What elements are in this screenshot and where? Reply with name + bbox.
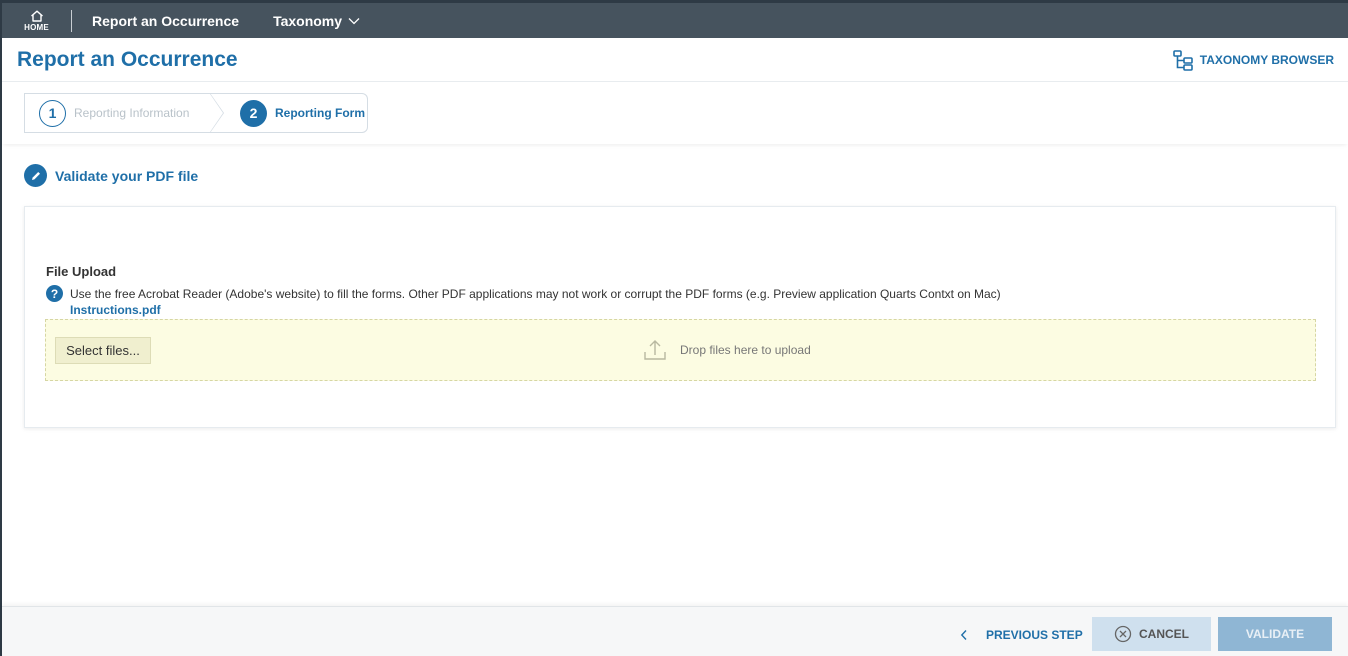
page-title: Report an Occurrence xyxy=(17,47,238,71)
validate-button[interactable]: VALIDATE xyxy=(1218,617,1332,651)
pencil-icon xyxy=(24,164,47,187)
cancel-label: CANCEL xyxy=(1139,627,1189,641)
select-files-button[interactable]: Select files... xyxy=(55,337,151,364)
top-navigation: HOME Report an Occurrence Taxonomy xyxy=(2,0,1348,38)
previous-step-label: PREVIOUS STEP xyxy=(986,628,1083,642)
step-label: Reporting Information xyxy=(74,106,190,120)
home-icon xyxy=(30,10,43,22)
validate-label: VALIDATE xyxy=(1245,627,1305,641)
instructions-link[interactable]: Instructions.pdf xyxy=(70,303,161,317)
step-label: Reporting Form xyxy=(275,106,365,120)
chevron-down-icon xyxy=(348,17,360,24)
nav-report-occurrence[interactable]: Report an Occurrence xyxy=(92,13,239,29)
upload-icon xyxy=(644,340,666,360)
chevron-left-icon xyxy=(960,630,967,640)
step-number: 2 xyxy=(240,99,267,127)
nav-report-occurrence-label: Report an Occurrence xyxy=(92,12,240,29)
taxonomy-browser-button[interactable]: TAXONOMY BROWSER xyxy=(1172,49,1334,71)
taxonomy-tree-icon xyxy=(1172,49,1193,71)
step-number: 1 xyxy=(39,99,66,127)
cancel-button[interactable]: CANCEL xyxy=(1092,617,1211,651)
footer-bar: PREVIOUS STEP CANCEL VALIDATE xyxy=(2,606,1348,656)
previous-step-button[interactable]: PREVIOUS STEP xyxy=(960,618,1083,652)
help-text: Use the free Acrobat Reader (Adobe's web… xyxy=(70,286,1001,301)
step-reporting-form[interactable]: 2 Reporting Form xyxy=(210,93,368,133)
home-label: HOME xyxy=(24,22,49,32)
nav-taxonomy-label: Taxonomy xyxy=(273,12,343,29)
stepper-band: 1 Reporting Information 2 Reporting Form xyxy=(2,82,1348,144)
page-header: Report an Occurrence TAXONOMY BROWSER xyxy=(2,38,1348,82)
drop-area: Drop files here to upload xyxy=(643,338,811,362)
taxonomy-browser-label: TAXONOMY BROWSER xyxy=(1199,52,1334,67)
upload-card: File Upload ? Use the free Acrobat Reade… xyxy=(24,206,1336,428)
section-title: Validate your PDF file xyxy=(24,164,198,187)
home-button[interactable]: HOME xyxy=(2,9,72,32)
file-upload-label: File Upload xyxy=(46,264,117,279)
help-icon: ? xyxy=(46,285,63,302)
file-dropzone[interactable]: Select files... Drop files here to uploa… xyxy=(45,319,1316,381)
stepper: 1 Reporting Information 2 Reporting Form xyxy=(24,93,368,133)
section-title-text: Validate your PDF file xyxy=(55,167,199,184)
close-circle-icon xyxy=(1114,625,1132,643)
drop-text: Drop files here to upload xyxy=(680,343,811,357)
help-row: ? Use the free Acrobat Reader (Adobe's w… xyxy=(46,285,1001,302)
step-reporting-information[interactable]: 1 Reporting Information xyxy=(24,93,224,133)
nav-taxonomy-dropdown[interactable]: Taxonomy xyxy=(273,13,360,29)
